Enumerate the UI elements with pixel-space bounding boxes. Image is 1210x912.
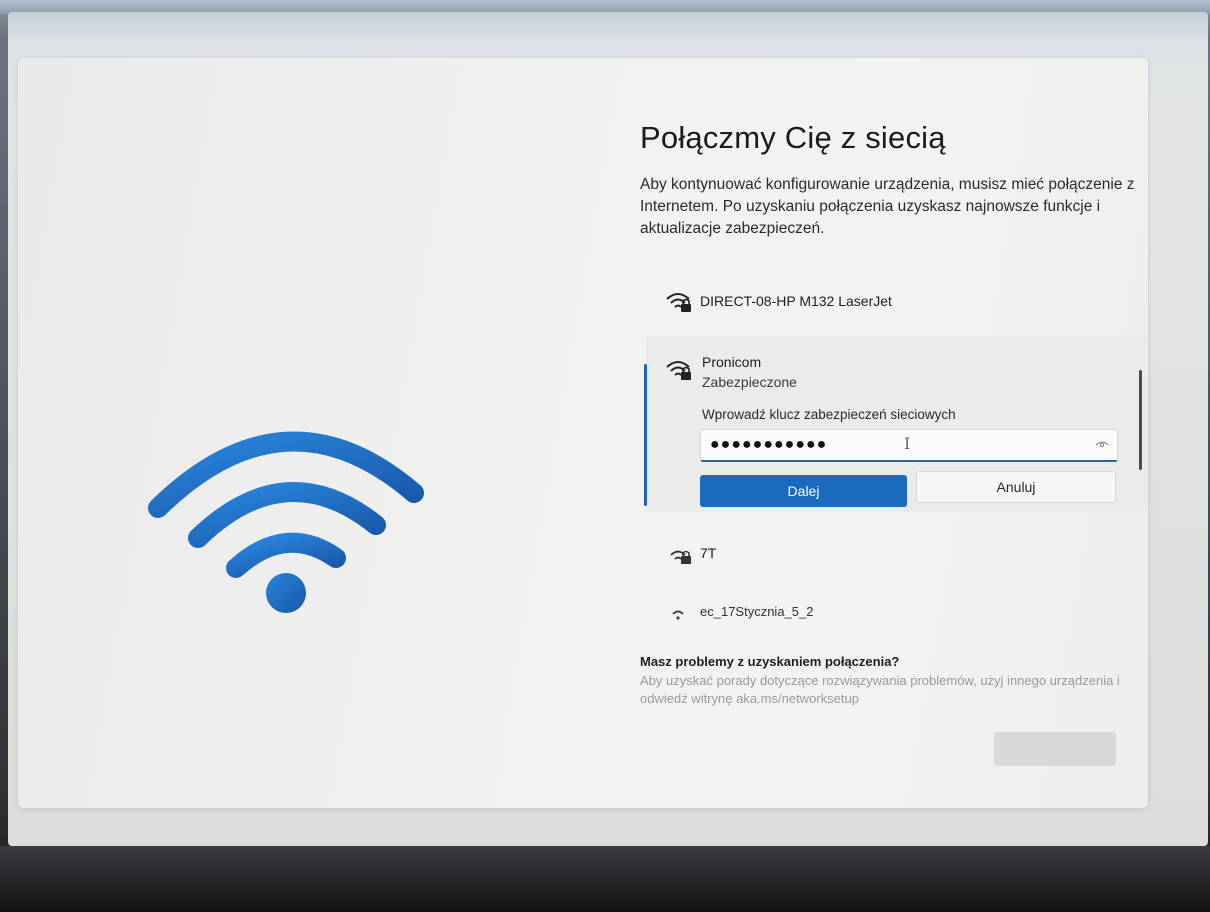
password-input[interactable]: ●●●●●●●●●●● I: [700, 429, 1118, 462]
network-item-direct-hp[interactable]: DIRECT-08-HP M132 LaserJet: [664, 288, 892, 314]
cancel-button[interactable]: Anuluj: [916, 471, 1116, 503]
selection-indicator: [644, 364, 647, 506]
password-value: ●●●●●●●●●●●: [710, 436, 828, 453]
network-name: DIRECT-08-HP M132 LaserJet: [700, 293, 892, 309]
oobe-window: Połączmy Cię z siecią Aby kontynuować ko…: [18, 58, 1148, 808]
monitor-bottom-bezel: [0, 846, 1210, 912]
wifi-lock-icon: [670, 550, 691, 564]
network-status: Zabezpieczone: [702, 374, 797, 390]
screen: Połączmy Cię z siecią Aby kontynuować ko…: [8, 12, 1208, 846]
scrollbar[interactable]: [1139, 370, 1142, 470]
network-panel: Połączmy Cię z siecią Aby kontynuować ko…: [640, 58, 1148, 808]
wifi-lock-icon: [666, 361, 691, 380]
page-title: Połączmy Cię z siecią: [640, 120, 946, 155]
reveal-password-icon[interactable]: [1095, 440, 1109, 450]
password-label: Wprowadź klucz zabezpieczeń sieciowych: [702, 407, 956, 422]
text-cursor-icon: I: [904, 434, 911, 453]
page-description: Aby kontynuować konfigurowanie urządzeni…: [640, 176, 1135, 237]
help-text: Aby uzyskać porady dotyczące rozwiązywan…: [640, 673, 1120, 706]
network-name: ec_17Stycznia_5_2: [700, 603, 814, 619]
network-name: Pronicom: [702, 354, 762, 370]
next-button[interactable]: Dalej: [700, 475, 907, 507]
network-item-7t[interactable]: 7T: [664, 540, 716, 566]
wifi-weak-icon: [672, 610, 684, 620]
network-item-ec[interactable]: ec_17Stycznia_5_2: [664, 598, 813, 624]
wifi-lock-icon: [666, 293, 691, 312]
next-page-button[interactable]: [994, 732, 1116, 766]
help-title: Masz problemy z uzyskaniem połączenia?: [640, 654, 900, 669]
wifi-illustration-icon: [148, 431, 424, 613]
network-name: 7T: [700, 545, 717, 561]
